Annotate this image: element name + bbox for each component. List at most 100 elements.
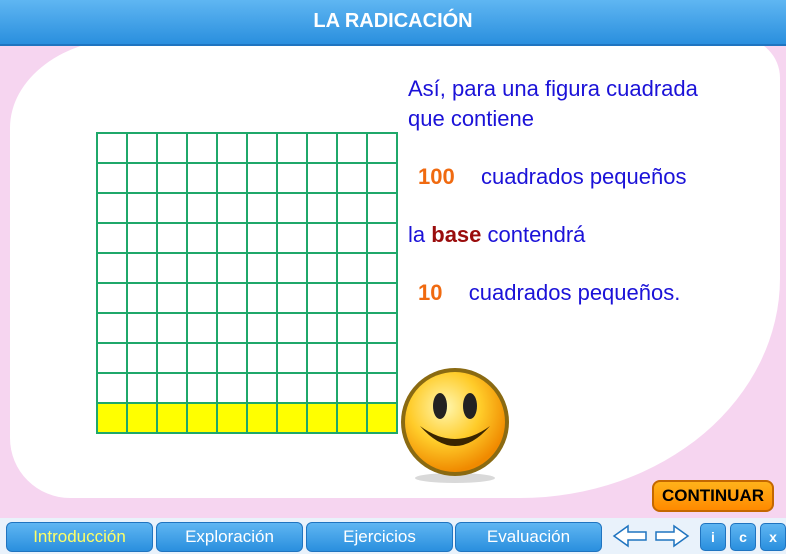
grid-square [368, 284, 398, 314]
base-word: base [431, 222, 482, 247]
grid-square [128, 374, 158, 404]
base-square [218, 404, 248, 434]
grid-square [218, 224, 248, 254]
tab-evaluacion[interactable]: Evaluación [455, 522, 602, 552]
grid-square [218, 314, 248, 344]
grid-square [308, 224, 338, 254]
grid-square [98, 374, 128, 404]
arrow-right-icon[interactable] [654, 524, 690, 548]
grid-square [338, 374, 368, 404]
grid-square [218, 164, 248, 194]
grid-square [188, 224, 218, 254]
total-squares-line: 100 cuadrados pequeños [418, 164, 686, 190]
total-squares-number: 100 [418, 164, 455, 189]
grid-square [278, 314, 308, 344]
base-square [158, 404, 188, 434]
grid-square [158, 374, 188, 404]
grid-square [308, 194, 338, 224]
grid-square [218, 254, 248, 284]
grid-square [158, 284, 188, 314]
grid-square [248, 254, 278, 284]
grid-square [278, 374, 308, 404]
grid-square [368, 134, 398, 164]
grid-square [98, 134, 128, 164]
grid-square [278, 224, 308, 254]
grid-square [368, 344, 398, 374]
grid-square [368, 374, 398, 404]
base-squares-number: 10 [418, 280, 443, 305]
grid-square [308, 134, 338, 164]
grid-square [368, 164, 398, 194]
grid-square [188, 134, 218, 164]
grid-square [218, 374, 248, 404]
grid-square [128, 194, 158, 224]
tab-exploracion[interactable]: Exploración [156, 522, 303, 552]
grid-square [128, 344, 158, 374]
grid-square [368, 254, 398, 284]
grid-square [248, 284, 278, 314]
base-square [98, 404, 128, 434]
grid-square [338, 314, 368, 344]
tab-introduccion[interactable]: Introducción [6, 522, 153, 552]
grid-square [338, 134, 368, 164]
base-square [278, 404, 308, 434]
grid-square [128, 164, 158, 194]
base-square [248, 404, 278, 434]
grid-square [338, 344, 368, 374]
grid-square [368, 194, 398, 224]
base-square [368, 404, 398, 434]
base-prefix: la [408, 222, 426, 247]
grid-square [248, 194, 278, 224]
grid-square [248, 374, 278, 404]
grid-square [188, 344, 218, 374]
grid-square [158, 254, 188, 284]
grid-square [128, 224, 158, 254]
grid-square [308, 374, 338, 404]
arrow-left-icon[interactable] [612, 524, 648, 548]
grid-square [278, 284, 308, 314]
grid-square [248, 314, 278, 344]
grid-square [188, 194, 218, 224]
grid-square [188, 284, 218, 314]
grid-square [158, 194, 188, 224]
grid-square [128, 314, 158, 344]
grid-square [338, 284, 368, 314]
tab-ejercicios[interactable]: Ejercicios [306, 522, 453, 552]
grid-square [368, 224, 398, 254]
grid-square [98, 284, 128, 314]
base-square [308, 404, 338, 434]
info-button[interactable]: i [700, 523, 726, 551]
grid-square [128, 284, 158, 314]
grid-square [98, 314, 128, 344]
grid-square [308, 344, 338, 374]
grid-square [308, 314, 338, 344]
grid-square [218, 134, 248, 164]
grid-square [188, 374, 218, 404]
grid-square [98, 164, 128, 194]
continue-button[interactable]: CONTINUAR [652, 480, 774, 512]
grid-square [338, 164, 368, 194]
grid-square [218, 344, 248, 374]
grid-square [338, 194, 368, 224]
grid-square [218, 194, 248, 224]
close-button[interactable]: x [760, 523, 786, 551]
grid-square [308, 164, 338, 194]
grid-square [158, 314, 188, 344]
page-title: LA RADICACIÓN [0, 0, 786, 46]
grid-square [188, 314, 218, 344]
grid-square [248, 134, 278, 164]
grid-square [248, 224, 278, 254]
smiley-icon [401, 368, 509, 483]
grid-square [278, 164, 308, 194]
base-square [188, 404, 218, 434]
total-squares-label: cuadrados pequeños [480, 164, 687, 189]
credits-button[interactable]: c [730, 523, 756, 551]
grid-square [158, 134, 188, 164]
grid-square [128, 254, 158, 284]
grid-square [308, 284, 338, 314]
grid-square [278, 194, 308, 224]
grid-square [368, 314, 398, 344]
base-square [128, 404, 158, 434]
grid-square [278, 254, 308, 284]
base-line: la base contendrá [408, 222, 585, 248]
